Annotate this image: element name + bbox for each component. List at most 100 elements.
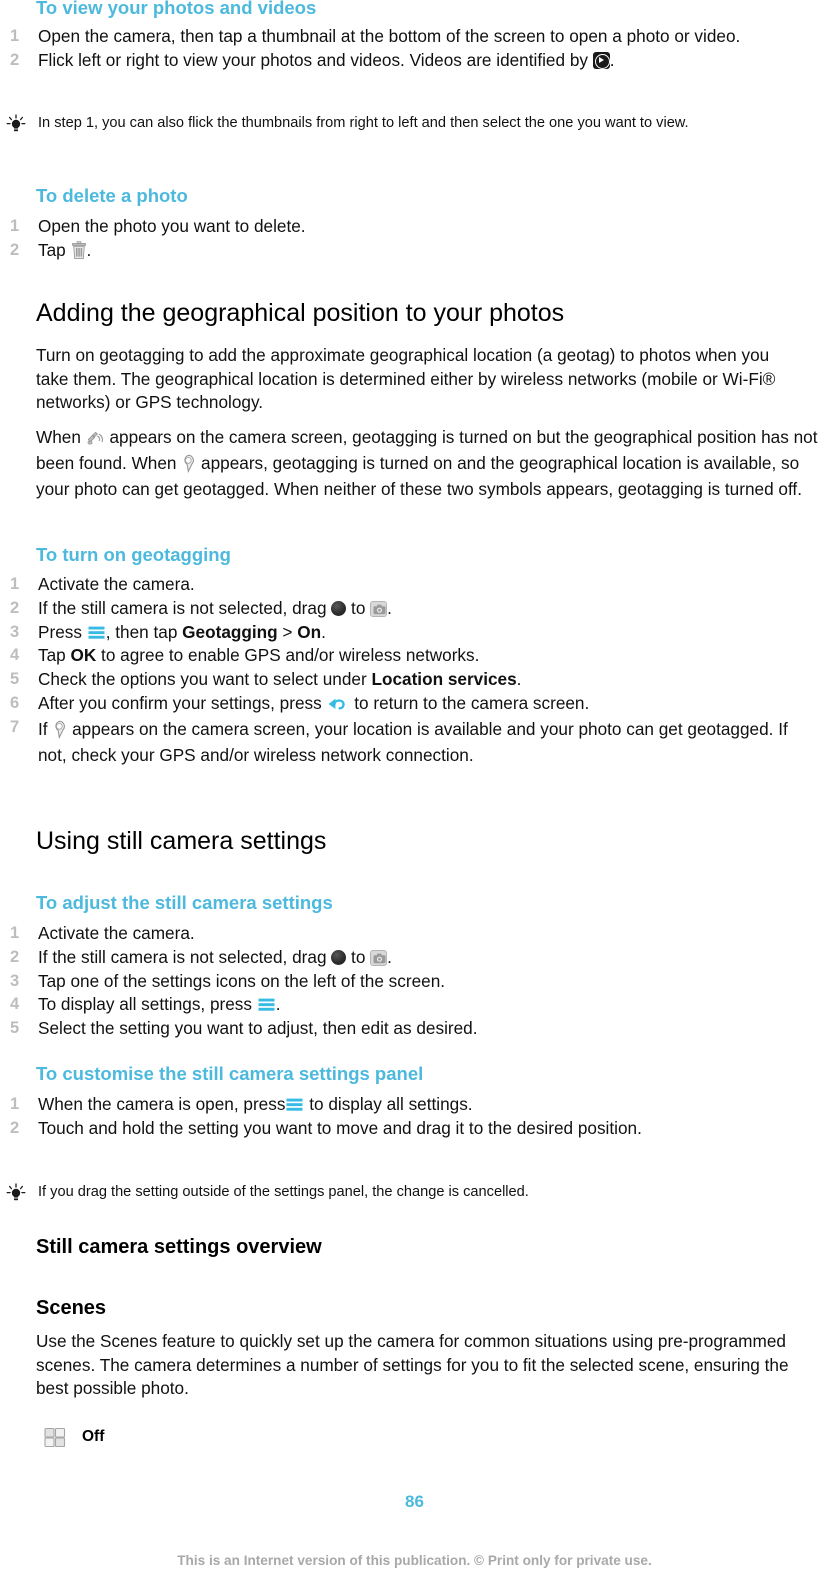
light-bulb-icon — [4, 114, 28, 134]
tip-text: In step 1, you can also flick the thumbn… — [38, 115, 689, 131]
map-pin-icon — [181, 454, 196, 474]
list-item: To display all settings, press . — [0, 993, 800, 1017]
step-text: to agree to enable GPS and/or wireless n… — [96, 645, 480, 666]
gps-searching-icon — [86, 428, 105, 446]
list-item: If the still camera is not selected, dra… — [0, 946, 800, 970]
trash-icon — [71, 241, 87, 260]
menu-icon — [285, 1096, 304, 1113]
manual-page: To view your photos and videos Open the … — [0, 0, 829, 1590]
heading-settings-overview: Still camera settings overview — [36, 1236, 322, 1258]
section-using-still-camera: Using still camera settings — [36, 827, 826, 856]
steps-view-photos: Open the camera, then tap a thumbnail at… — [0, 25, 800, 73]
still-camera-icon — [370, 949, 388, 966]
heading-view-photos: To view your photos and videos — [36, 0, 317, 18]
step-emphasis: OK — [70, 645, 97, 666]
video-play-icon — [592, 51, 610, 69]
list-item: Flick left or right to view your photos … — [0, 49, 800, 73]
step-text: to display all settings. — [304, 1094, 473, 1114]
section-turn-on-geotagging: To turn on geotagging — [36, 544, 826, 565]
heading-adjust-settings: To adjust the still camera settings — [36, 892, 333, 913]
list-item: Press , then tap Geotagging > On. — [0, 621, 800, 645]
step-emphasis: On — [297, 621, 322, 642]
step-text: appears on the camera screen, your locat… — [38, 718, 788, 765]
menu-icon — [257, 996, 276, 1013]
steps-turn-on-geotagging: Activate the camera. If the still camera… — [0, 573, 800, 768]
list-item: Select the setting you want to adjust, t… — [0, 1017, 800, 1041]
menu-icon — [87, 624, 106, 641]
step-text: If — [38, 718, 53, 739]
paragraph-geotagging-intro: Turn on geotagging to add the approximat… — [36, 345, 776, 412]
list-item: Tap one of the settings icons on the lef… — [0, 970, 800, 994]
step-text-suffix: . — [609, 49, 615, 70]
list-item: Touch and hold the setting you want to m… — [0, 1117, 760, 1141]
list-item: Tap OK to agree to enable GPS and/or wir… — [0, 644, 800, 668]
paragraph-geotagging-symbols: When appears on the camera screen, geota… — [36, 424, 826, 502]
steps-customise-panel: When the camera is open, press to displa… — [0, 1093, 760, 1141]
list-item: Check the options you want to select und… — [0, 668, 800, 692]
step-text: Flick left or right to view your photos … — [38, 49, 593, 70]
step-text: Touch and hold the setting you want to m… — [38, 1117, 642, 1138]
section-scenes: Scenes — [36, 1297, 826, 1319]
steps-delete-photo: Open the photo you want to delete. Tap . — [0, 215, 800, 263]
step-text: Open the photo you want to delete. — [38, 216, 306, 236]
paragraph-part: When — [36, 427, 86, 447]
heading-delete-photo: To delete a photo — [36, 185, 188, 206]
step-emphasis: Location services — [371, 669, 517, 690]
step-text-suffix: . — [86, 239, 92, 260]
list-item: Activate the camera. — [0, 922, 800, 946]
step-text: . — [321, 621, 326, 642]
step-text: . — [275, 994, 281, 1015]
step-text: When the camera is open, press — [38, 1094, 286, 1114]
list-item: If the still camera is not selected, dra… — [0, 597, 800, 621]
section-delete-photo: To delete a photo — [36, 185, 826, 206]
still-camera-icon — [370, 600, 388, 617]
heading-using-still-camera: Using still camera settings — [36, 827, 327, 855]
step-text: , then tap — [105, 621, 183, 642]
section-geographical: Adding the geographical position to your… — [36, 299, 826, 328]
back-arrow-icon — [326, 694, 349, 712]
step-text: to — [346, 946, 371, 967]
step-text: Tap one of the settings icons on the lef… — [38, 970, 446, 991]
step-text: If the still camera is not selected, dra… — [38, 597, 332, 618]
step-text: If the still camera is not selected, dra… — [38, 946, 332, 967]
section-settings-overview: Still camera settings overview — [36, 1236, 826, 1258]
step-text: Tap — [38, 239, 71, 260]
heading-scenes: Scenes — [36, 1297, 107, 1319]
footer-note: This is an Internet version of this publ… — [177, 1553, 652, 1568]
light-bulb-icon — [4, 1183, 28, 1203]
list-item: After you confirm your settings, press t… — [0, 692, 800, 716]
step-emphasis: Geotagging — [182, 621, 278, 642]
list-item: Open the photo you want to delete. — [0, 215, 800, 239]
tip-view-photos: In step 1, you can also flick the thumbn… — [0, 113, 829, 133]
map-pin-icon — [52, 720, 67, 739]
step-text: Select the setting you want to adjust, t… — [38, 1018, 478, 1039]
step-text: Open the camera, then tap a thumbnail at… — [38, 26, 741, 46]
step-text: To display all settings, press — [38, 994, 257, 1015]
heading-customise-panel: To customise the still camera settings p… — [36, 1063, 424, 1084]
list-item: Activate the camera. — [0, 573, 800, 597]
list-item: Tap . — [0, 239, 800, 263]
scene-item-off[interactable]: Off — [44, 1424, 104, 1449]
step-text: . — [516, 669, 522, 690]
tip-text: If you drag the setting outside of the s… — [38, 1184, 529, 1200]
step-text: Activate the camera. — [38, 923, 195, 943]
section-adjust-settings: To adjust the still camera settings — [36, 892, 826, 913]
step-text: to — [346, 597, 371, 618]
tip-customise-panel: If you drag the setting outside of the s… — [0, 1182, 829, 1202]
step-text: Press — [38, 621, 87, 642]
drag-dot-icon — [331, 949, 347, 965]
step-text: Check the options you want to select und… — [38, 669, 372, 690]
scenes-off-icon — [44, 1424, 66, 1449]
section-customise-panel: To customise the still camera settings p… — [36, 1063, 826, 1084]
steps-adjust-settings: Activate the camera. If the still camera… — [0, 922, 800, 1041]
list-item: Open the camera, then tap a thumbnail at… — [0, 25, 800, 49]
heading-geographical: Adding the geographical position to your… — [36, 299, 565, 327]
step-text: > — [277, 621, 298, 642]
scene-label: Off — [82, 1427, 105, 1445]
list-item: When the camera is open, press to displa… — [0, 1093, 760, 1117]
paragraph-scenes: Use the Scenes feature to quickly set up… — [36, 1331, 789, 1398]
section-view-photos: To view your photos and videos — [36, 0, 826, 18]
list-item: If appears on the camera screen, your lo… — [0, 716, 800, 768]
page-number: 86 — [405, 1492, 424, 1511]
step-text: Activate the camera. — [38, 574, 195, 594]
